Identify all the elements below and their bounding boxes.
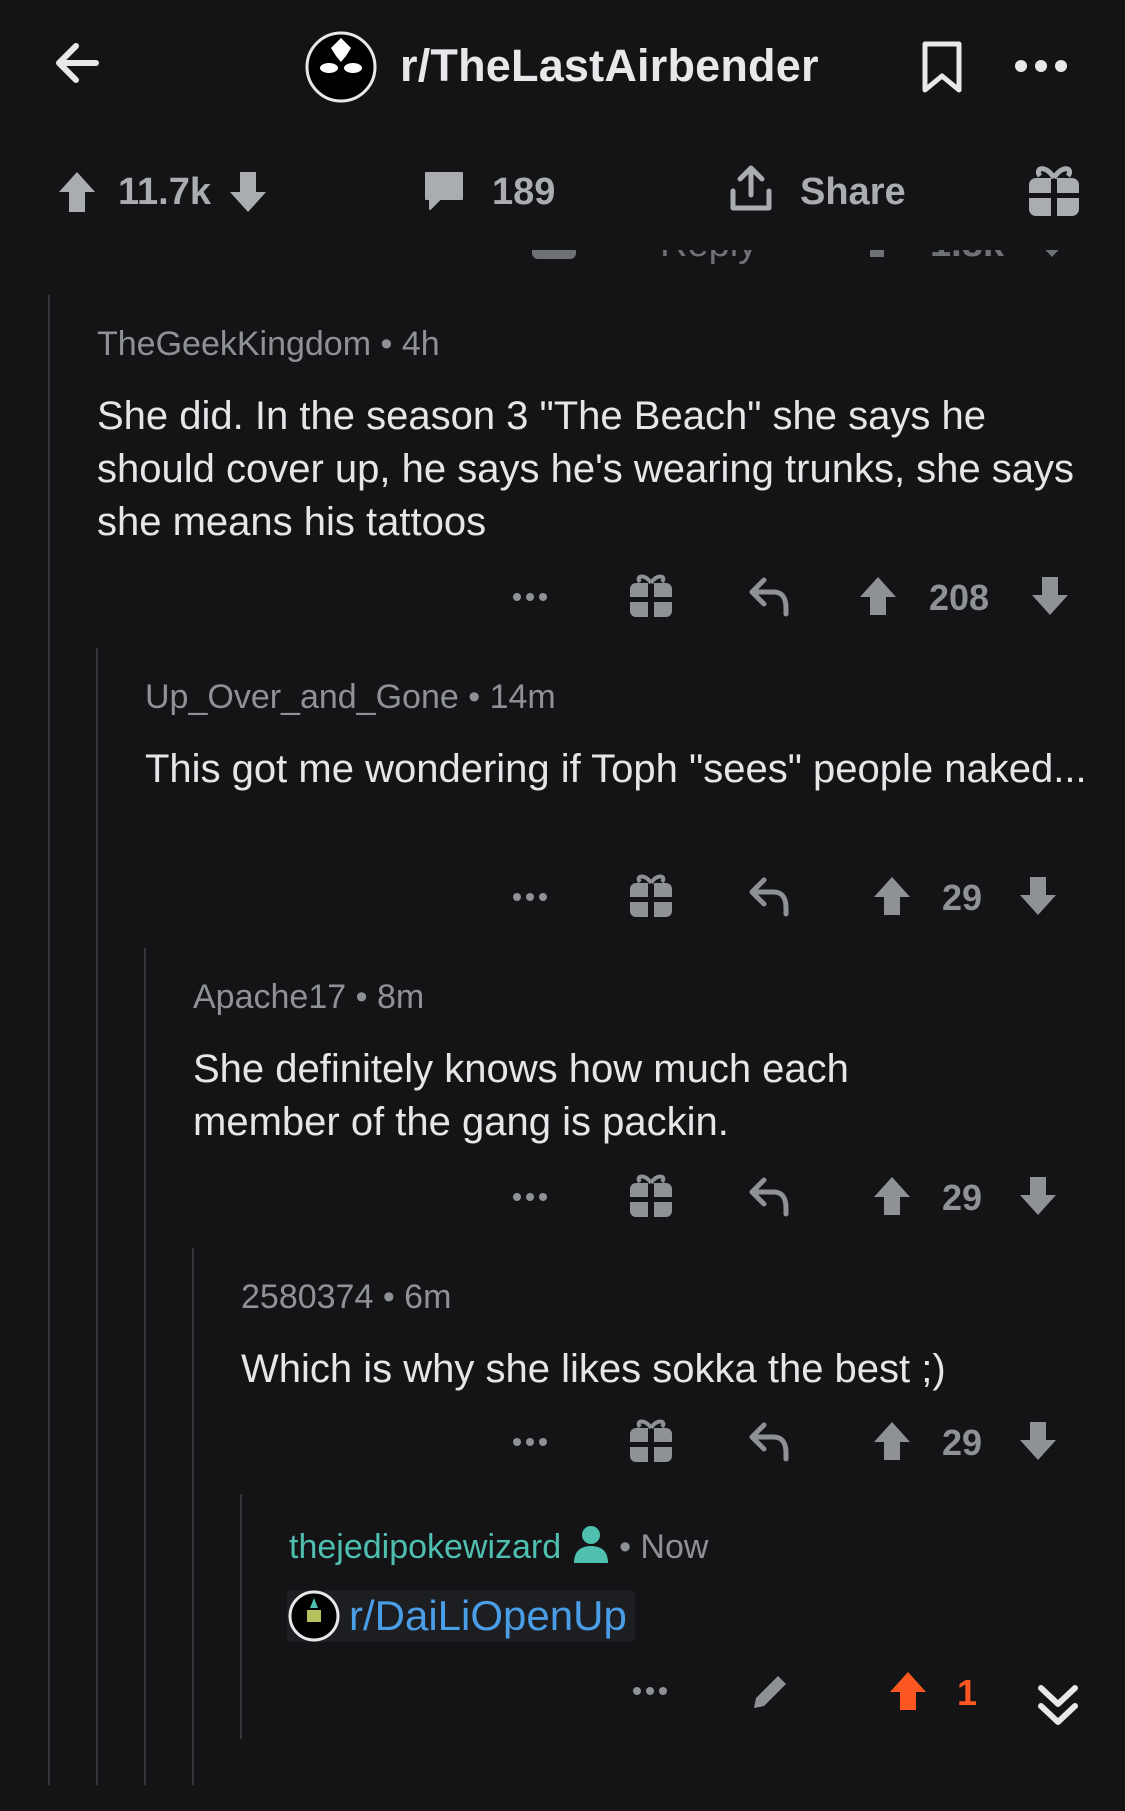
post-score: 11.7k — [118, 171, 211, 213]
subreddit-link[interactable]: r/DaiLiOpenUp — [349, 1592, 627, 1639]
more-options-icon[interactable] — [512, 892, 548, 902]
comment-score: 29 — [942, 1177, 983, 1218]
bookmark-icon[interactable] — [920, 40, 964, 94]
award-gift-icon[interactable] — [628, 571, 674, 619]
upvote-icon[interactable] — [858, 575, 898, 617]
comment-meta: Apache17 • 8m — [193, 978, 425, 1016]
thread-line[interactable] — [48, 295, 50, 1785]
more-options-icon[interactable] — [512, 1192, 548, 1202]
downvote-icon[interactable] — [1018, 875, 1058, 917]
comment-meta: Up_Over_and_Gone • 14m — [145, 678, 556, 716]
post-downvote-icon[interactable] — [228, 170, 268, 214]
more-options-icon[interactable] — [1013, 58, 1069, 74]
comment-time: 4h — [401, 325, 440, 363]
subreddit-avatar-icon — [287, 1590, 341, 1642]
thread-line[interactable] — [240, 1494, 242, 1739]
comment-author[interactable]: Apache17 — [193, 978, 346, 1016]
comment-body: She definitely knows how much each membe… — [193, 1047, 849, 1144]
comment-score: 29 — [942, 877, 983, 918]
reply-icon[interactable] — [748, 576, 790, 618]
reply-icon[interactable] — [748, 1176, 790, 1218]
comment-author[interactable]: 2580374 — [241, 1278, 373, 1316]
post-action-bar: 11.7k 189 Share — [0, 135, 1125, 250]
award-gift-icon[interactable] — [628, 871, 674, 919]
more-options-icon[interactable] — [512, 1437, 548, 1447]
subreddit-link-chip[interactable]: r/DaiLiOpenUp — [287, 1590, 635, 1642]
comment-author[interactable]: Up_Over_and_Gone — [145, 678, 459, 716]
comment-author[interactable]: thejedipokewizard — [289, 1528, 561, 1566]
comment-meta: 2580374 • 6m — [241, 1278, 452, 1316]
post-upvote-icon[interactable] — [57, 170, 97, 214]
upvote-icon[interactable] — [888, 1670, 928, 1712]
comment-author[interactable]: TheGeekKingdom — [97, 325, 371, 363]
reply-icon[interactable] — [748, 876, 790, 918]
more-options-icon[interactable] — [512, 592, 548, 602]
award-gift-icon[interactable] — [628, 1171, 674, 1219]
downvote-icon[interactable] — [1030, 575, 1070, 617]
thread-line[interactable] — [144, 948, 146, 1785]
thread-line[interactable] — [96, 648, 98, 1785]
upvote-icon[interactable] — [872, 1420, 912, 1462]
reply-icon[interactable] — [748, 1421, 790, 1463]
comment-score: 208 — [929, 577, 990, 618]
comment-time: 6m — [404, 1278, 452, 1316]
comment-score: 29 — [942, 1422, 983, 1463]
edit-pencil-icon[interactable] — [748, 1670, 792, 1714]
subreddit-title[interactable]: r/TheLastAirbender — [400, 40, 819, 92]
comment-body: This got me wondering if Toph "sees" peo… — [145, 747, 1087, 791]
downvote-icon[interactable] — [1018, 1175, 1058, 1217]
share-icon[interactable] — [728, 165, 774, 213]
more-options-icon[interactable] — [632, 1686, 668, 1696]
award-gift-icon[interactable] — [628, 1416, 674, 1464]
comment-meta: TheGeekKingdom • 4h — [97, 325, 440, 363]
top-header: r/TheLastAirbender — [0, 0, 1125, 135]
share-label[interactable]: Share — [800, 171, 906, 214]
upvote-icon[interactable] — [872, 875, 912, 917]
user-profile-icon — [572, 1524, 610, 1564]
subreddit-avatar-icon[interactable] — [304, 30, 378, 104]
comment-time: 14m — [489, 678, 556, 716]
thread-line[interactable] — [192, 1248, 194, 1785]
award-gift-icon[interactable] — [1026, 160, 1082, 218]
scroll-to-bottom-button[interactable] — [1013, 1658, 1103, 1748]
upvote-icon[interactable] — [872, 1175, 912, 1217]
comment-score: 1 — [957, 1672, 978, 1713]
comment-body: She did. In the season 3 "The Beach" she… — [97, 394, 1075, 544]
comment-body: Which is why she likes sokka the best ;) — [241, 1347, 946, 1391]
comment-count[interactable]: 189 — [492, 171, 555, 214]
comment-time: 8m — [376, 978, 425, 1016]
back-arrow-icon[interactable] — [52, 38, 102, 88]
downvote-icon[interactable] — [1018, 1420, 1058, 1462]
comment-meta: thejedipokewizard • Now — [289, 1524, 708, 1567]
comments-icon[interactable] — [422, 169, 466, 213]
comment-time: Now — [640, 1528, 709, 1566]
